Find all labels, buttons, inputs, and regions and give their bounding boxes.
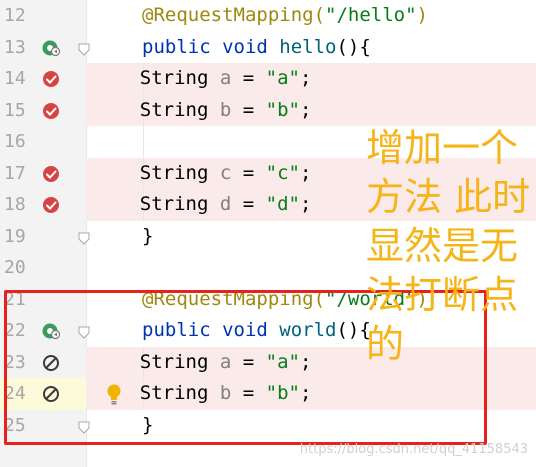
gutter-cell[interactable]: 18 [0, 189, 86, 221]
code-text[interactable]: String a = "a"; [94, 63, 312, 95]
code-token: b [219, 98, 232, 121]
gutter-cell[interactable]: 12 [0, 0, 86, 32]
code-editor[interactable]: 12 @RequestMapping("/hello") 13 public void… [0, 0, 536, 467]
breakpoint-icon[interactable] [42, 102, 60, 120]
gutter-cell[interactable]: 16 [0, 126, 86, 158]
line-number: 13 [4, 36, 26, 58]
code-token: = [231, 161, 266, 184]
code-token: = [231, 98, 266, 121]
implemented-method-icon[interactable] [42, 39, 61, 57]
indent-guide [143, 126, 144, 158]
code-token: ; [299, 98, 312, 121]
code-text[interactable]: } [142, 221, 153, 253]
code-token: d [219, 193, 232, 215]
gutter-cell[interactable]: 20 [0, 252, 86, 284]
code-token: "a" [265, 67, 300, 89]
code-token: ; [299, 193, 312, 215]
code-token: a [219, 67, 232, 89]
code-line[interactable]: 13 public void hello(){ [0, 32, 536, 64]
watermark: https://blog.csdn.net/qq_41158543 [299, 442, 528, 457]
code-line[interactable]: 14 String a = "a"; [0, 63, 536, 95]
annotation-overlay-text: 增加一个方法 此时显然是无法打断点的 [366, 126, 531, 366]
code-text[interactable]: @RequestMapping("/hello") [142, 0, 428, 32]
code-token: "/hello" [325, 4, 417, 26]
code-token: } [142, 224, 154, 247]
code-line[interactable]: 12 @RequestMapping("/hello") [0, 0, 536, 32]
code-token: "b" [265, 98, 300, 121]
line-number: 12 [4, 5, 26, 26]
gutter-cell[interactable]: 13 [0, 32, 86, 64]
code-token: hello [279, 35, 337, 58]
code-token: void [222, 35, 280, 58]
gutter-cell[interactable]: 19 [0, 221, 86, 253]
breakpoint-icon[interactable] [42, 165, 60, 183]
code-token: String [94, 161, 220, 184]
code-token: (){ [336, 35, 371, 58]
breakpoint-icon[interactable] [42, 196, 60, 214]
line-number: 17 [4, 162, 26, 184]
code-token: @RequestMapping( [142, 4, 326, 26]
code-text[interactable]: String b = "b"; [94, 95, 312, 127]
code-token: ; [299, 67, 312, 89]
fold-marker-icon[interactable] [77, 230, 91, 245]
line-number: 15 [4, 99, 26, 121]
code-token: ) [416, 4, 428, 26]
code-token: String [94, 98, 220, 121]
gutter-cell[interactable]: 14 [0, 63, 86, 95]
line-number: 14 [4, 68, 26, 89]
line-number: 18 [4, 194, 26, 215]
fold-marker-icon[interactable] [77, 41, 91, 56]
code-token: "c" [265, 161, 300, 184]
code-line[interactable]: 15 String b = "b"; [0, 94, 536, 127]
code-text[interactable]: String d = "d"; [94, 189, 312, 221]
code-token: String [94, 193, 220, 215]
gutter-cell[interactable]: 15 [0, 95, 86, 127]
code-token: String [94, 67, 220, 89]
line-number: 19 [4, 225, 26, 247]
code-token: = [231, 67, 266, 89]
gutter-cell[interactable]: 17 [0, 158, 86, 190]
code-token: public [142, 35, 223, 58]
code-text[interactable]: String c = "c"; [94, 158, 312, 190]
code-token: = [231, 193, 266, 215]
code-text[interactable]: public void hello(){ [142, 32, 371, 64]
line-number: 16 [4, 131, 26, 152]
line-number: 20 [4, 257, 26, 278]
code-token: c [219, 161, 232, 184]
code-token: "d" [265, 193, 300, 215]
code-token: ; [299, 161, 312, 184]
breakpoint-icon[interactable] [42, 70, 60, 88]
